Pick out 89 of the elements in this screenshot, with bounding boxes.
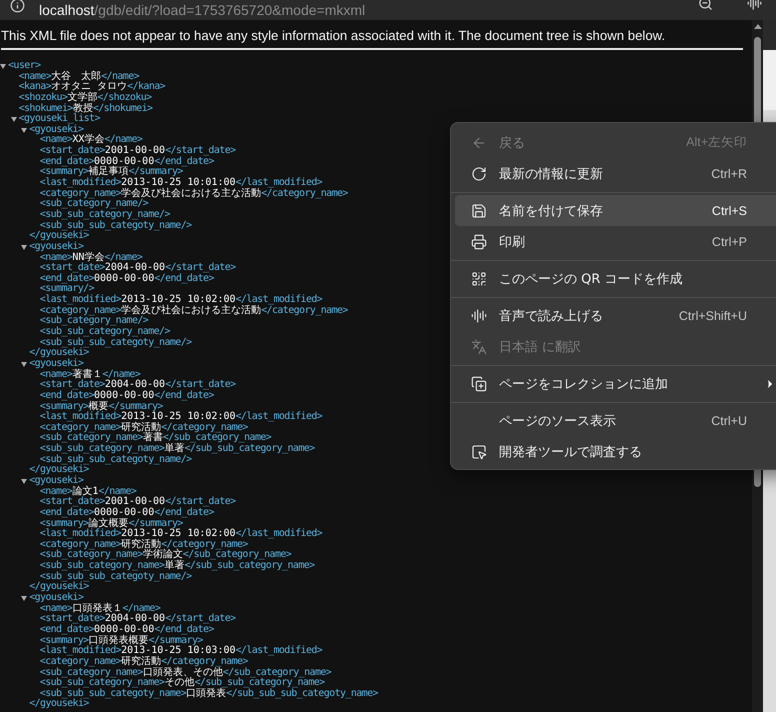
printer-icon xyxy=(471,234,487,250)
xml-line: <user> xyxy=(8,61,41,72)
xml-line: <sub_sub_sub_categoty_name/> xyxy=(40,220,192,231)
xml-line: <name>論文1</name> xyxy=(40,486,136,497)
xml-line: <category_name>学会及び社会における主な活動</category_name> xyxy=(40,306,348,316)
xml-line: <end_date>0000-00-00</end_date> xyxy=(40,508,214,518)
xml-line: <sub_sub_category_name>単著</sub_sub_category_name> xyxy=(40,561,315,572)
translate-icon xyxy=(471,338,487,354)
menu-item[interactable]: 名前を付けて保存 Ctrl+S xyxy=(455,195,776,226)
menu-item[interactable]: ページをコレクションに追加 xyxy=(455,368,776,399)
notice-text: This XML file does not appear to have any style information associated with it. The document tree is shown below. xyxy=(1,28,743,50)
xml-line: <gyouseki> xyxy=(29,242,84,252)
xml-line: <start_date>2004-00-00</start_date> xyxy=(40,263,236,274)
xml-line: <last_modified>2013-10-25 10:02:00</last_modified> xyxy=(40,295,322,306)
menu-item[interactable]: 最新の情報に更新 Ctrl+R xyxy=(455,158,776,189)
xml-line: <sub_sub_category_name>その他</sub_sub_category_name> xyxy=(40,678,325,688)
xml-line: <sub_sub_category_name/> xyxy=(40,327,170,338)
toggle-icon[interactable] xyxy=(10,117,17,122)
xml-line: <end_date>0000-00-00</end_date> xyxy=(40,156,214,167)
xml-line: <sub_category_name>口頭発表、その他</sub_category_name> xyxy=(40,668,332,678)
xml-line: <sub_sub_sub_categoty_name/> xyxy=(40,572,192,582)
xml-line: <gyouseki_list> xyxy=(18,114,100,124)
menu-item[interactable]: 開発者ツールで調査する xyxy=(455,436,776,467)
refresh-icon xyxy=(471,166,487,182)
xml-line: <name>大谷 太郎</name> xyxy=(18,72,140,82)
xml-line: <start_date>2001-00-00</start_date> xyxy=(40,146,236,156)
xml-line: <shokumei>教授</shokumei> xyxy=(18,104,152,114)
xml-line: <end_date>0000-00-00</end_date> xyxy=(40,624,214,635)
xml-line: <gyouseki> xyxy=(29,124,84,135)
xml-line: <shozoku>文学部</shozoku> xyxy=(18,92,152,103)
save-icon xyxy=(471,202,487,218)
xml-line: <sub_category_name>学術論文</sub_category_name> xyxy=(40,550,292,560)
xml-line: <summary>概要</summary> xyxy=(40,402,163,412)
xml-line: <sub_sub_sub_categoty_name>口頭発表</sub_sub_sub_categoty_name> xyxy=(40,688,378,699)
menu-item[interactable]: 印刷 Ctrl+P xyxy=(455,226,776,257)
xml-line: <kana>オオタニ タロウ</kana> xyxy=(18,82,166,92)
cursor-window-icon xyxy=(471,444,487,460)
qr-code-icon xyxy=(471,270,487,286)
toggle-icon[interactable] xyxy=(21,128,28,133)
xml-line: </gyouseki> xyxy=(29,231,89,242)
menu-item[interactable]: このページの QR コードを作成 xyxy=(455,263,776,294)
xml-line: <start_date>2004-00-00</start_date> xyxy=(40,614,236,624)
xml-line: <end_date>0000-00-00</end_date> xyxy=(40,274,214,284)
xml-line: <summary/> xyxy=(40,284,94,294)
sound-wave-icon xyxy=(471,308,487,324)
xml-line: <start_date>2004-00-00</start_date> xyxy=(40,380,236,390)
info-icon[interactable] xyxy=(10,0,25,13)
xml-line: </gyouseki> xyxy=(29,582,89,592)
xml-line: <name>NN学会</name> xyxy=(40,252,142,263)
xml-line: <last_modified>2013-10-25 10:01:00</last_modified> xyxy=(40,178,322,188)
xml-line: <last_modified>2013-10-25 10:02:00</last_modified> xyxy=(40,412,322,422)
toggle-icon[interactable] xyxy=(21,244,28,250)
xml-line: <category_name>学会及び社会における主な活動</category_name> xyxy=(40,188,348,199)
zoom-out-icon[interactable] xyxy=(698,0,713,11)
xml-line: </gyouseki> xyxy=(29,465,89,476)
xml-line: <name>口頭発表１</name> xyxy=(40,604,160,614)
xml-line: <summary>論文概要</summary> xyxy=(40,518,183,529)
xml-line: <name>XX学会</name> xyxy=(40,135,142,146)
sound-wave-icon[interactable] xyxy=(747,0,762,11)
menu-item[interactable]: ページのソース表示 Ctrl+U xyxy=(455,405,776,436)
toggle-icon[interactable] xyxy=(0,64,6,69)
toggle-icon[interactable] xyxy=(21,362,28,367)
xml-line: <name>著書１</name> xyxy=(40,370,140,380)
xml-line: <category_name>研究活動</category_name> xyxy=(40,422,248,433)
xml-line: </gyouseki> xyxy=(29,348,89,358)
xml-line: <end_date>0000-00-00</end_date> xyxy=(40,390,214,401)
xml-line: <sub_category_name>著書</sub_category_name> xyxy=(40,433,272,444)
xml-line: <sub_sub_category_name>単著</sub_sub_category_name> xyxy=(40,444,315,454)
xml-line: <gyouseki> xyxy=(29,593,84,604)
menu-item[interactable]: 音声で読み上げる Ctrl+Shift+U xyxy=(455,300,776,331)
url-text[interactable]: localhost/gdb/edit/?load=1753765720&mode=mkxml xyxy=(39,2,684,18)
xml-line: <last_modified>2013-10-25 10:03:00</last_modified> xyxy=(40,646,322,656)
toggle-icon[interactable] xyxy=(21,596,28,601)
xml-line: <sub_category_name/> xyxy=(40,199,148,210)
xml-line: <sub_sub_sub_categoty_name/> xyxy=(40,338,192,348)
xml-line: <start_date>2001-00-00</start_date> xyxy=(40,497,236,508)
xml-line: <gyouseki> xyxy=(29,476,84,486)
xml-line: </gyouseki> xyxy=(29,699,89,710)
xml-line: <summary>補足事項</summary> xyxy=(40,167,183,178)
xml-line: <sub_category_name/> xyxy=(40,316,148,326)
xml-line: <sub_sub_sub_categoty_name/> xyxy=(40,454,192,465)
xml-line: <category_name>研究活動</category_name> xyxy=(40,656,248,667)
xml-line: <gyouseki> xyxy=(29,358,84,369)
copy-plus-icon xyxy=(471,376,487,392)
xml-line: <last_modified>2013-10-25 10:02:00</last_modified> xyxy=(40,529,322,540)
xml-line: <sub_sub_category_name/> xyxy=(40,210,170,220)
toggle-icon[interactable] xyxy=(21,478,28,484)
xml-line: <summary>口頭発表概要</summary> xyxy=(40,636,203,646)
xml-line: <category_name>研究活動</category_name> xyxy=(40,540,248,550)
